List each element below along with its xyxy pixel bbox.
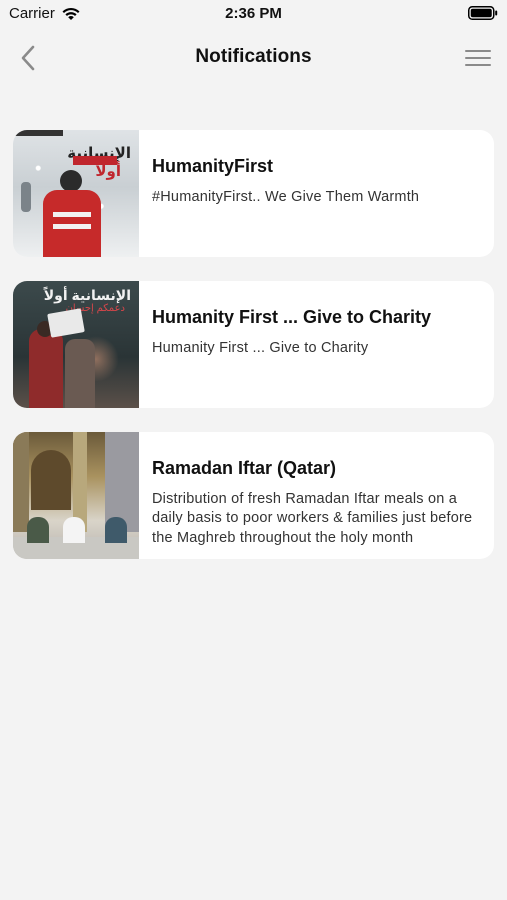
aid-box (47, 308, 85, 338)
notification-text: Humanity First ... Give to Charity (152, 339, 369, 356)
notification-card[interactable]: Ramadan Iftar (Qatar) Distribution of fr… (13, 432, 494, 559)
thumbnail-arabic-text: الإنسانية أولاً (43, 287, 131, 303)
hamburger-menu-icon (465, 50, 491, 52)
volunteer-figure (43, 170, 101, 257)
status-time: 2:36 PM (225, 5, 282, 22)
notification-thumbnail: الإنسانية أولاً (13, 130, 139, 257)
notification-thumbnail: الإنسانية أولاً دعمكم إحسان (13, 281, 139, 408)
status-bar: Carrier 2:36 PM (0, 0, 507, 28)
page-title: Notifications (195, 46, 312, 67)
navigation-bar: Notifications (0, 36, 507, 80)
notification-card[interactable]: الإنسانية أولاً دعمكم إحسان Humanity Fir… (13, 281, 494, 408)
notification-card[interactable]: الإنسانية أولاً HumanityFirst #HumanityF… (13, 130, 494, 257)
notification-content: HumanityFirst #HumanityFirst.. We Give T… (139, 130, 494, 257)
notification-content: Ramadan Iftar (Qatar) Distribution of fr… (139, 432, 494, 559)
notification-content: Humanity First ... Give to Charity Human… (139, 281, 494, 408)
volunteer-figure (29, 329, 63, 408)
notification-title: HumanityFirst (152, 156, 274, 176)
battery-full-icon (468, 6, 498, 20)
notifications-screen: Carrier 2:36 PM Notifications الإنسانية … (0, 0, 507, 900)
notification-title: Ramadan Iftar (Qatar) (152, 458, 337, 478)
notification-text: Distribution of fresh Ramadan Iftar meal… (152, 490, 473, 546)
notification-text: #HumanityFirst.. We Give Them Warmth (152, 188, 420, 205)
notification-thumbnail (13, 432, 139, 559)
menu-button[interactable] (465, 46, 491, 70)
notification-title: Humanity First ... Give to Charity (152, 307, 432, 327)
